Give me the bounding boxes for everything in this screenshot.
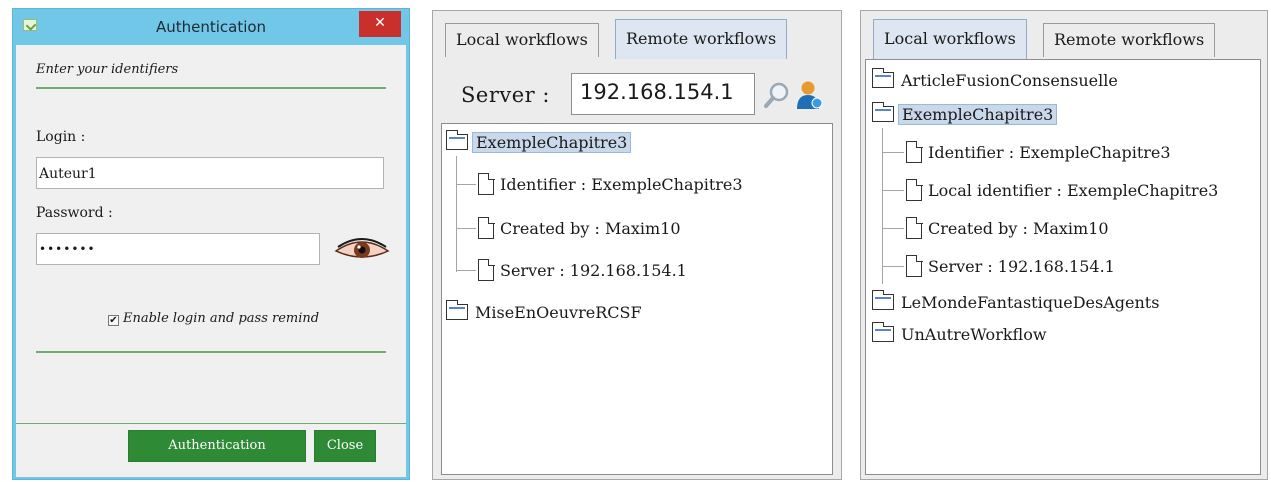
file-icon xyxy=(906,140,923,163)
close-icon[interactable]: ✕ xyxy=(359,11,401,37)
form-subtitle: Enter your identifiers xyxy=(36,62,179,77)
auth-body: Enter your identifiers Login : Auteur1 P… xyxy=(16,45,406,477)
file-icon xyxy=(478,258,495,281)
tab-remote-workflows[interactable]: Remote workflows xyxy=(615,19,788,59)
server-label: Server : xyxy=(461,83,550,107)
folder-icon xyxy=(445,300,468,320)
node-label: Local identifier : ExempleChapitre3 xyxy=(928,181,1219,200)
file-icon xyxy=(478,216,495,239)
tab-local-workflows[interactable]: Local workflows xyxy=(445,23,599,57)
node-label: Identifier : ExempleChapitre3 xyxy=(928,143,1171,162)
tree-node-file[interactable]: Identifier : ExempleChapitre3 xyxy=(906,140,1171,166)
node-label: ExempleChapitre3 xyxy=(472,132,632,153)
tree-node-folder[interactable]: LeMondeFantastiqueDesAgents xyxy=(871,290,1162,316)
remind-checkbox-row[interactable]: ✔ Enable login and pass remind xyxy=(108,311,319,326)
tree-node-file[interactable]: Local identifier : ExempleChapitre3 xyxy=(906,178,1218,204)
window-title: Authentication xyxy=(155,18,267,36)
tree-node-folder[interactable]: ExempleChapitre3 xyxy=(445,130,632,156)
authentication-button[interactable]: Authentication xyxy=(128,430,306,462)
login-label: Login : xyxy=(36,129,86,145)
tree-guide xyxy=(882,152,904,153)
node-label: Created by : Maxim10 xyxy=(500,219,681,238)
tab-bar: Local workflows Remote workflows xyxy=(433,11,841,59)
tree-node-file[interactable]: Created by : Maxim10 xyxy=(906,216,1109,242)
server-row: Server : 192.168.154.1 xyxy=(441,69,827,123)
file-icon xyxy=(478,172,495,195)
remote-workflows-panel: Local workflows Remote workflows Server … xyxy=(432,10,842,480)
close-button[interactable]: Close xyxy=(314,430,376,462)
tree-guide xyxy=(882,266,904,267)
divider xyxy=(36,351,386,353)
node-label: LeMondeFantastiqueDesAgents xyxy=(901,293,1160,312)
node-label: Created by : Maxim10 xyxy=(928,219,1109,238)
remote-tree: ExempleChapitre3 Identifier : ExempleCha… xyxy=(441,123,833,475)
folder-icon xyxy=(871,290,894,310)
node-label: MiseEnOeuvreRCSF xyxy=(475,303,642,322)
folder-icon xyxy=(871,322,894,342)
node-label: Server : 192.168.154.1 xyxy=(500,261,687,280)
authentication-window: Authentication ✕ Enter your identifiers … xyxy=(12,8,410,480)
tree-node-folder[interactable]: ExempleChapitre3 xyxy=(871,102,1058,128)
login-input[interactable]: Auteur1 xyxy=(36,157,384,189)
tree-guide xyxy=(882,228,904,229)
tree-node-folder[interactable]: UnAutreWorkflow xyxy=(871,322,1050,348)
file-icon xyxy=(906,178,923,201)
user-icon[interactable] xyxy=(795,79,825,111)
title-bar: Authentication ✕ xyxy=(13,9,409,43)
folder-icon xyxy=(445,130,468,150)
tab-local-workflows[interactable]: Local workflows xyxy=(873,19,1027,59)
tree-guide xyxy=(456,184,476,185)
folder-icon xyxy=(871,102,894,122)
tree-node-file[interactable]: Identifier : ExempleChapitre3 xyxy=(478,172,743,198)
tree-guide xyxy=(882,190,904,191)
server-input[interactable]: 192.168.154.1 xyxy=(571,73,755,115)
node-label: Server : 192.168.154.1 xyxy=(928,257,1115,276)
eye-icon[interactable] xyxy=(334,237,390,263)
file-icon xyxy=(906,254,923,277)
search-icon[interactable] xyxy=(763,81,791,109)
password-input[interactable]: ••••••• xyxy=(36,233,320,265)
footer-divider xyxy=(16,423,406,424)
tree-node-file[interactable]: Created by : Maxim10 xyxy=(478,216,681,242)
node-label: Identifier : ExempleChapitre3 xyxy=(500,175,743,194)
file-icon xyxy=(906,216,923,239)
node-label: ExempleChapitre3 xyxy=(898,104,1058,125)
local-tree: ArticleFusionConsensuelle ExempleChapitr… xyxy=(865,59,1261,475)
folder-icon xyxy=(871,68,894,88)
node-label: UnAutreWorkflow xyxy=(901,325,1047,344)
divider xyxy=(36,87,386,89)
tab-remote-workflows[interactable]: Remote workflows xyxy=(1043,23,1216,57)
tree-node-folder[interactable]: ArticleFusionConsensuelle xyxy=(871,68,1121,94)
node-label: ArticleFusionConsensuelle xyxy=(901,71,1118,90)
tree-guide xyxy=(456,156,457,272)
password-label: Password : xyxy=(36,205,113,221)
remind-label: Enable login and pass remind xyxy=(123,311,320,326)
tree-node-file[interactable]: Server : 192.168.154.1 xyxy=(478,258,687,284)
tree-node-folder[interactable]: MiseEnOeuvreRCSF xyxy=(445,300,645,326)
local-workflows-panel: Local workflows Remote workflows Article… xyxy=(860,10,1268,480)
tree-guide xyxy=(456,228,476,229)
tree-node-file[interactable]: Server : 192.168.154.1 xyxy=(906,254,1115,280)
tab-bar: Local workflows Remote workflows xyxy=(861,11,1267,59)
tree-guide xyxy=(456,270,476,271)
checkbox-icon[interactable]: ✔ xyxy=(108,315,119,326)
